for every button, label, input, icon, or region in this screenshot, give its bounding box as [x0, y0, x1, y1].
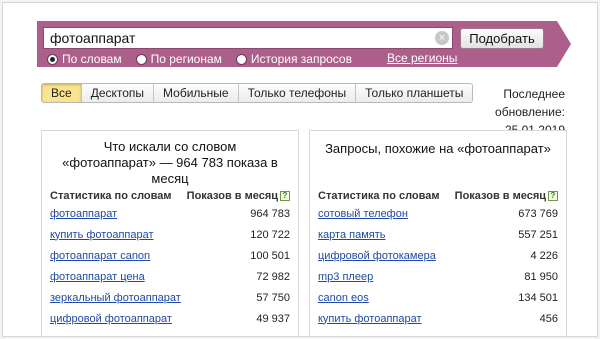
- phrase-link[interactable]: цифровой фотоаппарат: [50, 313, 172, 325]
- help-icon[interactable]: ?: [280, 191, 290, 202]
- phrase-link[interactable]: купить фотоаппарат: [318, 313, 422, 325]
- submit-button[interactable]: Подобрать: [460, 28, 544, 49]
- phrase-link[interactable]: mp3 плеер: [318, 271, 373, 283]
- table-row: купить фотоаппарат 456: [318, 308, 558, 329]
- left-panel-title: Что искали со словом «фотоаппарат» — 964…: [62, 139, 278, 186]
- tab-mobile[interactable]: Мобильные: [153, 84, 238, 102]
- count: 49 937: [256, 312, 290, 325]
- radio-icon[interactable]: [47, 53, 58, 65]
- phrase-link[interactable]: фотоаппарат: [50, 208, 117, 220]
- count: 557 251: [518, 228, 558, 241]
- col-count-header: Показов в месяц?: [187, 190, 290, 202]
- count: 4 226: [530, 249, 558, 262]
- radio-label: По словам: [62, 52, 122, 66]
- table-row: фотоаппарат цена 72 982: [50, 266, 290, 287]
- page-frame: фотоаппарат × Подобрать По словам По рег…: [2, 2, 598, 337]
- table-row: цифровой фотоаппарат 49 937: [50, 308, 290, 329]
- col-phrase-header: Статистика по словам: [318, 190, 440, 202]
- help-icon[interactable]: ?: [548, 191, 558, 202]
- left-rows: фотоаппарат 964 783 купить фотоаппарат 120…: [42, 203, 298, 329]
- right-panel-title: Запросы, похожие на «фотоаппарат»: [325, 141, 551, 156]
- count: 100 501: [250, 249, 290, 262]
- table-row: купить фотоаппарат 120 722: [50, 224, 290, 245]
- phrase-link[interactable]: зеркальный фотоаппарат: [50, 292, 181, 304]
- all-regions-link[interactable]: Все регионы: [387, 51, 457, 65]
- tab-desktops[interactable]: Десктопы: [80, 84, 154, 102]
- right-rows: сотовый телефон 673 769 карта память 557 2…: [310, 203, 566, 329]
- radio-label: История запросов: [250, 52, 352, 66]
- radio-icon[interactable]: [135, 53, 147, 65]
- col-phrase-header: Статистика по словам: [50, 190, 172, 202]
- count: 81 950: [524, 270, 558, 283]
- tab-phones-only[interactable]: Только телефоны: [237, 84, 356, 102]
- device-tabs: Все Десктопы Мобильные Только телефоны Т…: [41, 83, 474, 103]
- radio-by-regions[interactable]: По регионам: [135, 52, 222, 66]
- radio-history[interactable]: История запросов: [235, 52, 352, 66]
- search-input[interactable]: фотоаппарат: [43, 27, 453, 49]
- count: 120 722: [250, 228, 290, 241]
- col-count-label: Показов в месяц: [454, 190, 546, 202]
- radio-icon[interactable]: [235, 53, 247, 65]
- clear-icon[interactable]: ×: [435, 31, 449, 45]
- table-row: сотовый телефон 673 769: [318, 203, 558, 224]
- count: 57 750: [256, 291, 290, 304]
- phrase-link[interactable]: карта память: [318, 229, 386, 241]
- count: 964 783: [250, 207, 290, 220]
- phrase-link[interactable]: сотовый телефон: [318, 208, 408, 220]
- phrase-link[interactable]: цифровой фотокамера: [318, 250, 436, 262]
- table-row: зеркальный фотоаппарат 57 750: [50, 287, 290, 308]
- tab-all[interactable]: Все: [42, 84, 81, 102]
- table-row: фотоаппарат 964 783: [50, 203, 290, 224]
- phrase-link[interactable]: canon eos: [318, 292, 369, 304]
- count: 72 982: [256, 270, 290, 283]
- radio-by-words[interactable]: По словам: [47, 52, 122, 66]
- col-count-label: Показов в месяц: [186, 190, 278, 202]
- table-row: цифровой фотокамера 4 226: [318, 245, 558, 266]
- count: 673 769: [518, 207, 558, 220]
- search-mode-radios: По словам По регионам История запросов: [47, 52, 366, 66]
- phrase-link[interactable]: фотоаппарат цена: [50, 271, 145, 283]
- table-row: canon eos 134 501: [318, 287, 558, 308]
- count: 134 501: [518, 291, 558, 304]
- table-row: карта память 557 251: [318, 224, 558, 245]
- column-header: Статистика по словам Показов в месяц?: [310, 189, 566, 203]
- radio-label: По регионам: [150, 52, 222, 66]
- phrase-link[interactable]: фотоаппарат canon: [50, 250, 150, 262]
- table-row: mp3 плеер 81 950: [318, 266, 558, 287]
- right-panel: Запросы, похожие на «фотоаппарат» Статис…: [309, 130, 567, 336]
- col-count-header: Показов в месяц?: [455, 190, 558, 202]
- search-bar-arrow: [557, 21, 571, 67]
- column-header: Статистика по словам Показов в месяц?: [42, 189, 298, 203]
- phrase-link[interactable]: купить фотоаппарат: [50, 229, 154, 241]
- count: 456: [539, 312, 558, 325]
- left-panel: Что искали со словом «фотоаппарат» — 964…: [41, 130, 299, 336]
- table-row: фотоаппарат canon 100 501: [50, 245, 290, 266]
